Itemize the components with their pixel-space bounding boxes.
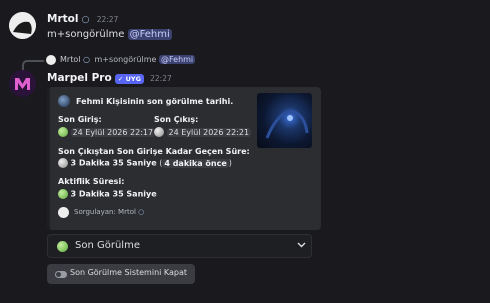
- ring-icon: ○: [138, 208, 145, 216]
- green-dot-icon: [58, 189, 68, 199]
- last-logout-value: 24 Eylül 2026 22:21: [154, 127, 252, 137]
- last-login-label: Son Giriş:: [58, 115, 102, 124]
- grey-dot-icon: [154, 127, 164, 137]
- user-mention[interactable]: @Fehmi: [127, 29, 172, 40]
- message-text: m+songörülme @Fehmi: [47, 29, 172, 40]
- bot-avatar[interactable]: [9, 70, 36, 97]
- timestamp: 22:27: [150, 74, 172, 83]
- command-text: m+songörülme: [47, 29, 125, 40]
- ring-icon: ○: [81, 15, 90, 25]
- avatar[interactable]: [9, 12, 36, 39]
- select-value: Son Görülme: [75, 240, 140, 251]
- gap-duration: 3 Dakika 35 Saniye: [70, 158, 157, 168]
- grey-dot-icon: [58, 158, 68, 168]
- reply-mention[interactable]: @Fehmi: [158, 55, 196, 64]
- username[interactable]: Mrtol: [47, 13, 78, 25]
- last-login-value: 24 Eylül 2026 22:17: [58, 127, 156, 137]
- check-icon: ✓: [117, 75, 124, 83]
- reply-line: [22, 60, 44, 70]
- last-logout-label: Son Çıkış:: [154, 115, 199, 124]
- gap-value: 3 Dakika 35 Saniye (4 dakika önce): [58, 158, 232, 168]
- green-dot-icon: [58, 127, 68, 137]
- embed-card: Fehmi Kişisinin son görülme tarihi. Son …: [47, 87, 321, 230]
- green-dot-icon: [57, 241, 68, 252]
- toggle-off-icon: [55, 270, 67, 281]
- bot-username[interactable]: Marpel Pro: [47, 72, 112, 84]
- reply-avatar[interactable]: [46, 55, 56, 65]
- embed-thumbnail[interactable]: [257, 93, 312, 148]
- embed-footer: Sorgulayan: Mrtol ○: [74, 208, 144, 216]
- app-badge-label: UYG: [125, 75, 141, 83]
- gap-relative-time: 4 dakika önce: [162, 158, 229, 168]
- reply-text: m+songörülme: [94, 55, 157, 64]
- timestamp: 22:27: [96, 15, 119, 24]
- reply-reference[interactable]: Mrtol ○ m+songörülme @Fehmi: [60, 55, 196, 64]
- activity-value: 3 Dakika 35 Saniye: [58, 189, 157, 199]
- footer-icon: [58, 207, 69, 218]
- reply-username: Mrtol: [60, 55, 81, 64]
- select-menu[interactable]: Son Görülme: [47, 234, 312, 258]
- message-header: Mrtol ○ 22:27: [47, 13, 118, 25]
- last-login-timestamp: 24 Eylül 2026 22:17: [70, 127, 156, 137]
- author-icon: [58, 95, 70, 107]
- ring-icon: ○: [83, 55, 90, 64]
- app-badge: ✓ UYG: [114, 74, 144, 84]
- chevron-down-icon: [297, 240, 306, 252]
- footer-text: Sorgulayan: Mrtol: [74, 208, 136, 216]
- button-label: Son Görülme Sistemini Kapat: [70, 268, 188, 277]
- disable-system-button[interactable]: Son Görülme Sistemini Kapat: [47, 264, 195, 284]
- gap-label: Son Çıkıştan Son Girişe Kadar Geçen Süre…: [58, 147, 250, 156]
- last-logout-timestamp: 24 Eylül 2026 22:21: [166, 127, 252, 137]
- activity-duration: 3 Dakika 35 Saniye: [70, 189, 157, 199]
- embed-title: Fehmi Kişisinin son görülme tarihi.: [76, 97, 234, 106]
- message-header: Marpel Pro ✓ UYG 22:27: [47, 72, 172, 84]
- activity-label: Aktiflik Süresi:: [58, 177, 125, 186]
